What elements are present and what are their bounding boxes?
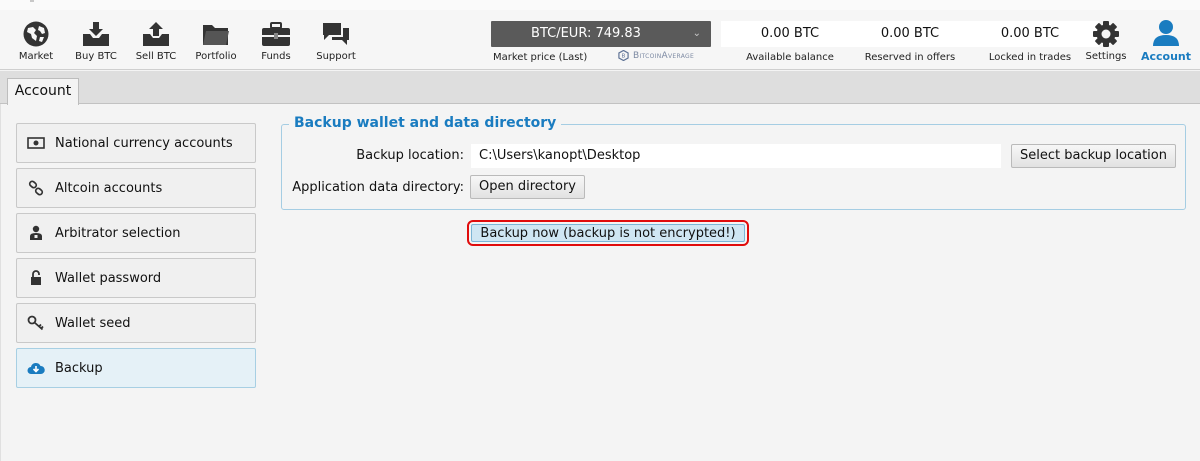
hexagon-logo-icon: B (618, 50, 629, 61)
chevron-down-icon: ⌄ (692, 28, 701, 39)
menu-item-label: Wallet password (55, 270, 162, 286)
cloud-download-icon (17, 361, 55, 375)
globe-icon (23, 21, 49, 47)
menu-item-national-currency-accounts[interactable]: National currency accounts (16, 123, 256, 163)
select-backup-location-button[interactable]: Select backup location (1011, 144, 1176, 168)
menu-item-label: National currency accounts (55, 135, 233, 151)
chat-bubbles-icon (323, 23, 349, 45)
open-directory-button[interactable]: Open directory (470, 175, 585, 199)
nav-funds-label: Funds (261, 51, 291, 62)
bitcoinaverage-logo: B BitcoinAverage (618, 50, 694, 61)
nav-market-label: Market (18, 51, 54, 62)
svg-text:B: B (621, 54, 625, 60)
locked-balance-value: 0.00 BTC (961, 21, 1099, 47)
nav-market-button[interactable]: Market (12, 10, 60, 68)
gear-icon (1093, 21, 1119, 47)
currency-note-icon (17, 137, 55, 149)
application-data-directory-label: Application data directory: (292, 180, 464, 195)
briefcase-icon (262, 22, 290, 46)
unlock-icon (17, 270, 55, 286)
menu-item-wallet-password[interactable]: Wallet password (16, 258, 256, 298)
backup-now-button[interactable]: Backup now (backup is not encrypted!) (471, 224, 745, 242)
window-mark (30, 0, 34, 2)
market-price-select[interactable]: BTC/EUR: 749.83 ⌄ (491, 21, 711, 47)
nav-sell-button[interactable]: Sell BTC (130, 10, 182, 68)
market-price-value: BTC/EUR: 749.83 (531, 26, 641, 41)
nav-buy-button[interactable]: Buy BTC (70, 10, 122, 68)
reserved-balance-value: 0.00 BTC (841, 21, 979, 47)
nav-portfolio-label: Portfolio (195, 51, 237, 62)
nav-settings-button[interactable]: Settings (1082, 10, 1130, 68)
buy-tray-icon (83, 22, 109, 46)
menu-item-altcoin-accounts[interactable]: Altcoin accounts (16, 168, 256, 208)
nav-account-label: Account (1140, 50, 1192, 63)
nav-support-button[interactable]: Support (310, 10, 362, 68)
bitcoinaverage-text: BitcoinAverage (633, 50, 695, 61)
nav-settings-label: Settings (1085, 51, 1127, 62)
key-icon (17, 315, 55, 331)
nav-funds-button[interactable]: Funds (250, 10, 302, 68)
folder-icon (203, 25, 229, 45)
menu-item-arbitrator-selection[interactable]: Arbitrator selection (16, 213, 256, 253)
menu-item-label: Backup (55, 360, 103, 376)
window-top-strip (0, 0, 1200, 10)
main-toolbar: Market Buy BTC Sell BTC Portfolio Funds (0, 10, 1200, 70)
menu-item-label: Wallet seed (55, 315, 131, 331)
tab-account[interactable]: Account (7, 78, 79, 105)
backup-group-title: Backup wallet and data directory (289, 115, 562, 131)
market-price-caption: Market price (Last) (493, 52, 588, 63)
menu-item-label: Arbitrator selection (55, 225, 181, 241)
menu-item-label: Altcoin accounts (55, 180, 163, 196)
link-icon (17, 180, 55, 196)
nav-account-button[interactable]: Account (1136, 10, 1196, 68)
nav-sell-label: Sell BTC (135, 51, 177, 62)
menu-item-wallet-seed[interactable]: Wallet seed (16, 303, 256, 343)
sell-tray-icon (143, 22, 169, 46)
window-left-edge (0, 104, 1, 461)
backup-location-field[interactable]: C:\Users\kanopt\Desktop (471, 144, 1001, 168)
backup-now-highlight: Backup now (backup is not encrypted!) (467, 220, 749, 246)
nav-support-label: Support (316, 51, 356, 62)
tab-bar: Account (0, 71, 1200, 105)
backup-location-label: Backup location: (356, 148, 464, 163)
available-balance-value: 0.00 BTC (721, 21, 859, 47)
user-icon (1153, 20, 1179, 46)
nav-portfolio-button[interactable]: Portfolio (190, 10, 242, 68)
nav-buy-label: Buy BTC (75, 51, 117, 62)
arbitrator-icon (17, 225, 55, 241)
menu-item-backup[interactable]: Backup (16, 348, 256, 388)
